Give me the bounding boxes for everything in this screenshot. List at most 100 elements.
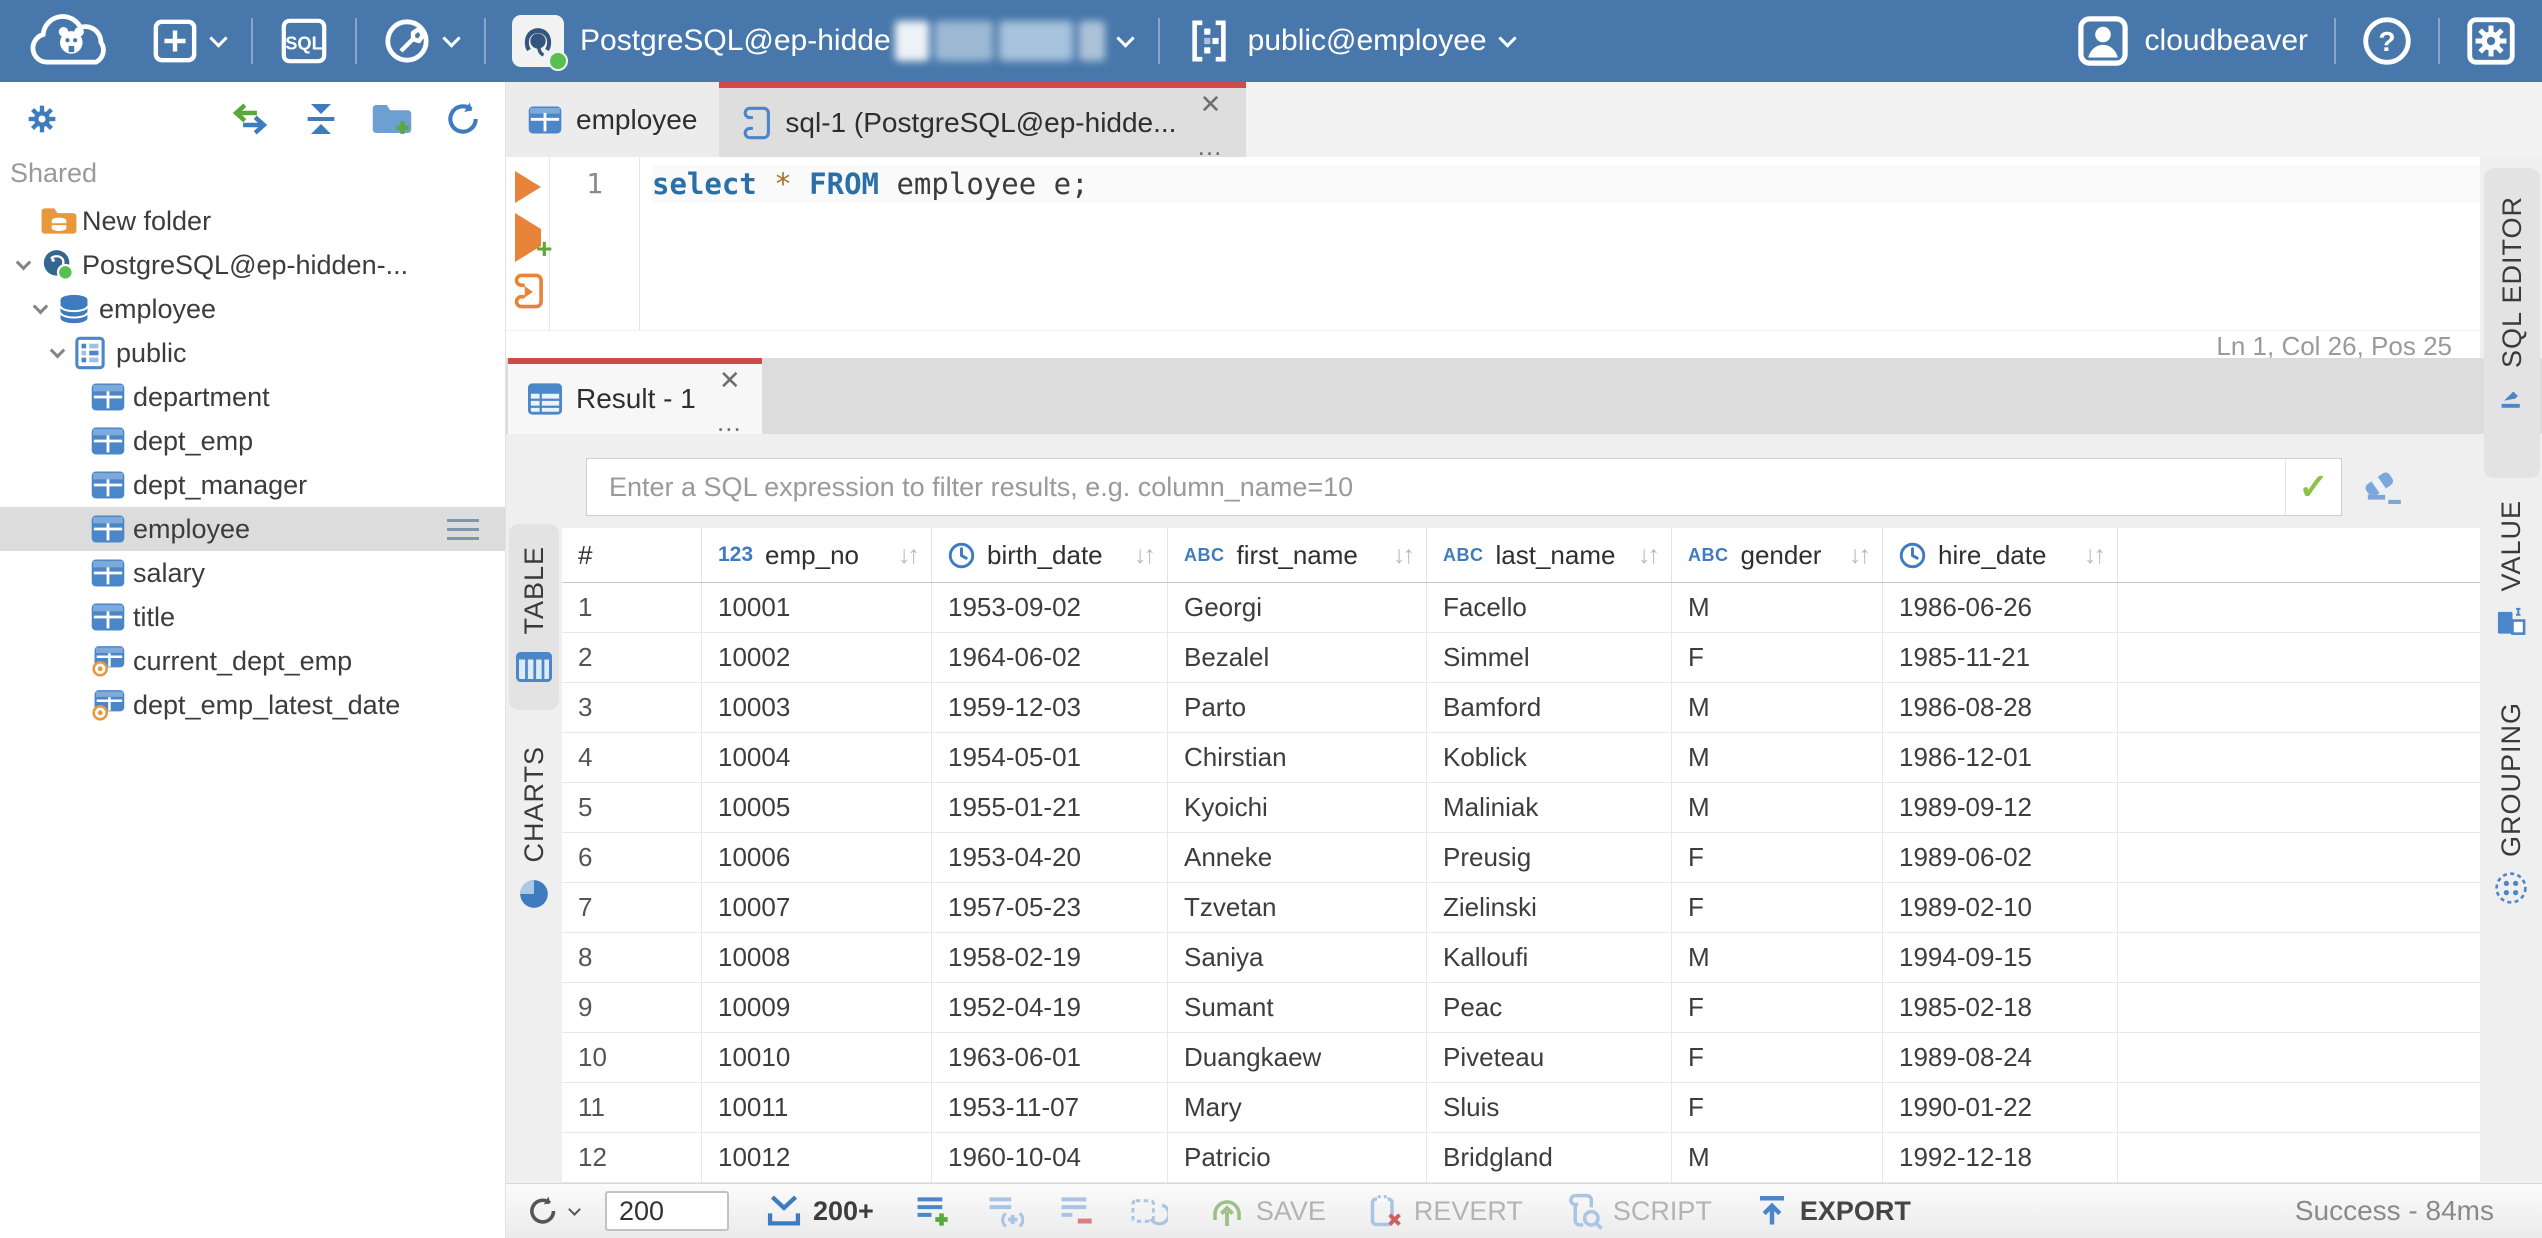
data-cell[interactable]: Facello xyxy=(1427,583,1672,632)
driver-tools-button[interactable] xyxy=(383,17,461,65)
data-cell[interactable]: 1959-12-03 xyxy=(932,683,1168,732)
settings-button[interactable] xyxy=(2466,16,2516,66)
tree-item-public[interactable]: public xyxy=(0,331,505,375)
close-result-icon[interactable]: ✕ xyxy=(719,367,741,393)
data-cell[interactable]: 10009 xyxy=(702,983,932,1032)
data-cell[interactable]: 10007 xyxy=(702,883,932,932)
row-number-cell[interactable]: 6 xyxy=(562,833,702,882)
table-row[interactable]: 12 10012 1960-10-04 Patricio Bridgland M 1992-… xyxy=(562,1133,2480,1183)
data-cell[interactable]: 1953-09-02 xyxy=(932,583,1168,632)
tab-grouping-panel[interactable]: GROUPING xyxy=(2480,702,2542,910)
data-cell[interactable]: M xyxy=(1672,683,1883,732)
table-row[interactable]: 3 10003 1959-12-03 Parto Bamford M 1986-08-28 xyxy=(562,683,2480,733)
data-cell[interactable]: M xyxy=(1672,1133,1883,1182)
table-row[interactable]: 6 10006 1953-04-20 Anneke Preusig F 1989-06-02 xyxy=(562,833,2480,883)
data-cell[interactable]: Koblick xyxy=(1427,733,1672,782)
data-cell[interactable]: F xyxy=(1672,1033,1883,1082)
new-folder-icon[interactable] xyxy=(371,101,413,137)
data-cell[interactable]: 1986-06-26 xyxy=(1883,583,2118,632)
row-limit-input[interactable] xyxy=(605,1191,729,1231)
row-number-cell[interactable]: 1 xyxy=(562,583,702,632)
row-number-cell[interactable]: 2 xyxy=(562,633,702,682)
result-menu-icon[interactable]: … xyxy=(716,409,744,435)
tab-result-1[interactable]: Result - 1 ✕ … xyxy=(508,358,762,435)
fetch-next-page-button[interactable]: 200+ xyxy=(765,1194,874,1228)
data-cell[interactable]: Simmel xyxy=(1427,633,1672,682)
tree-item-dept-emp[interactable]: dept_emp xyxy=(0,419,505,463)
connection-selector[interactable]: PostgreSQL@ep-hidde xyxy=(512,15,1135,71)
script-button[interactable]: SCRIPT xyxy=(1565,1192,1712,1230)
data-cell[interactable]: Tzvetan xyxy=(1168,883,1427,932)
execute-query-new-tab-icon[interactable]: + xyxy=(514,213,553,263)
data-cell[interactable]: Maliniak xyxy=(1427,783,1672,832)
data-cell[interactable]: 1955-01-21 xyxy=(932,783,1168,832)
data-cell[interactable]: 1994-09-15 xyxy=(1883,933,2118,982)
tree-item-employee[interactable]: employee xyxy=(0,507,505,551)
row-number-cell[interactable]: 11 xyxy=(562,1083,702,1132)
close-tab-icon[interactable]: ✕ xyxy=(1200,91,1222,117)
refresh-result-button[interactable] xyxy=(524,1193,581,1229)
data-cell[interactable]: Kyoichi xyxy=(1168,783,1427,832)
refresh-tree-icon[interactable] xyxy=(443,100,483,138)
data-cell[interactable]: 1986-12-01 xyxy=(1883,733,2118,782)
tab-employee[interactable]: employee xyxy=(506,82,720,157)
tab-sql-editor[interactable]: sql-1 (PostgreSQL@ep-hidde... ✕ … xyxy=(719,82,1247,159)
execute-script-icon[interactable] xyxy=(511,273,545,314)
data-cell[interactable]: Peac xyxy=(1427,983,1672,1032)
data-cell[interactable]: 1989-02-10 xyxy=(1883,883,2118,932)
clear-filter-icon[interactable] xyxy=(2360,467,2404,507)
table-row[interactable]: 7 10007 1957-05-23 Tzvetan Zielinski F 1989-02… xyxy=(562,883,2480,933)
row-number-cell[interactable]: 8 xyxy=(562,933,702,982)
tree-item-dept-emp-latest-date[interactable]: dept_emp_latest_date xyxy=(0,683,505,727)
data-cell[interactable]: Saniya xyxy=(1168,933,1427,982)
row-number-cell[interactable]: 12 xyxy=(562,1133,702,1182)
row-number-cell[interactable]: 7 xyxy=(562,883,702,932)
schema-selector[interactable]: public@employee xyxy=(1186,18,1517,64)
tab-value-panel[interactable]: VALUE xyxy=(2480,500,2542,643)
chevron-down-icon[interactable] xyxy=(23,298,57,315)
sql-editor-side-tab[interactable]: SQL EDITOR xyxy=(2484,168,2540,478)
data-cell[interactable]: M xyxy=(1672,933,1883,982)
link-with-editor-icon[interactable] xyxy=(229,100,271,138)
tree-item-dept-manager[interactable]: dept_manager xyxy=(0,463,505,507)
data-cell[interactable]: Sluis xyxy=(1427,1083,1672,1132)
data-cell[interactable]: 1957-05-23 xyxy=(932,883,1168,932)
data-cell[interactable]: 1952-04-19 xyxy=(932,983,1168,1032)
data-cell[interactable]: 10011 xyxy=(702,1083,932,1132)
help-button[interactable]: ? xyxy=(2362,16,2412,66)
tree-item-department[interactable]: department xyxy=(0,375,505,419)
tree-item-title[interactable]: title xyxy=(0,595,505,639)
chevron-down-icon[interactable] xyxy=(6,254,40,271)
row-number-cell[interactable]: 4 xyxy=(562,733,702,782)
data-cell[interactable]: 10001 xyxy=(702,583,932,632)
table-row[interactable]: 11 10011 1953-11-07 Mary Sluis F 1990-01-22 xyxy=(562,1083,2480,1133)
data-cell[interactable]: M xyxy=(1672,733,1883,782)
tree-item-new-folder[interactable]: New folder xyxy=(0,199,505,243)
data-cell[interactable]: M xyxy=(1672,783,1883,832)
data-cell[interactable]: 1958-02-19 xyxy=(932,933,1168,982)
row-number-cell[interactable]: 3 xyxy=(562,683,702,732)
data-cell[interactable]: 1989-08-24 xyxy=(1883,1033,2118,1082)
data-cell[interactable]: 10003 xyxy=(702,683,932,732)
user-menu[interactable]: cloudbeaver xyxy=(2077,15,2308,67)
data-cell[interactable]: 1989-09-12 xyxy=(1883,783,2118,832)
data-cell[interactable]: 1990-01-22 xyxy=(1883,1083,2118,1132)
chevron-down-icon[interactable] xyxy=(40,342,74,359)
execute-query-icon[interactable] xyxy=(514,171,541,203)
data-cell[interactable]: 1989-06-02 xyxy=(1883,833,2118,882)
tree-item-current-dept-emp[interactable]: current_dept_emp xyxy=(0,639,505,683)
delete-row-button[interactable] xyxy=(1058,1194,1096,1228)
duplicate-row-button[interactable] xyxy=(986,1194,1024,1228)
data-cell[interactable]: 1985-02-18 xyxy=(1883,983,2118,1032)
collapse-all-icon[interactable] xyxy=(301,102,341,136)
data-cell[interactable]: Sumant xyxy=(1168,983,1427,1032)
data-cell[interactable]: 1992-12-18 xyxy=(1883,1133,2118,1182)
data-cell[interactable]: 1985-11-21 xyxy=(1883,633,2118,682)
table-row[interactable]: 5 10005 1955-01-21 Kyoichi Maliniak M 1989-09-… xyxy=(562,783,2480,833)
tree-item-employee[interactable]: employee xyxy=(0,287,505,331)
cloudbeaver-logo-icon[interactable] xyxy=(26,10,118,72)
save-button[interactable]: SAVE xyxy=(1208,1193,1326,1229)
data-cell[interactable]: 1953-04-20 xyxy=(932,833,1168,882)
data-cell[interactable]: 1954-05-01 xyxy=(932,733,1168,782)
sort-icon[interactable]: ↓↑ xyxy=(2084,541,2107,570)
